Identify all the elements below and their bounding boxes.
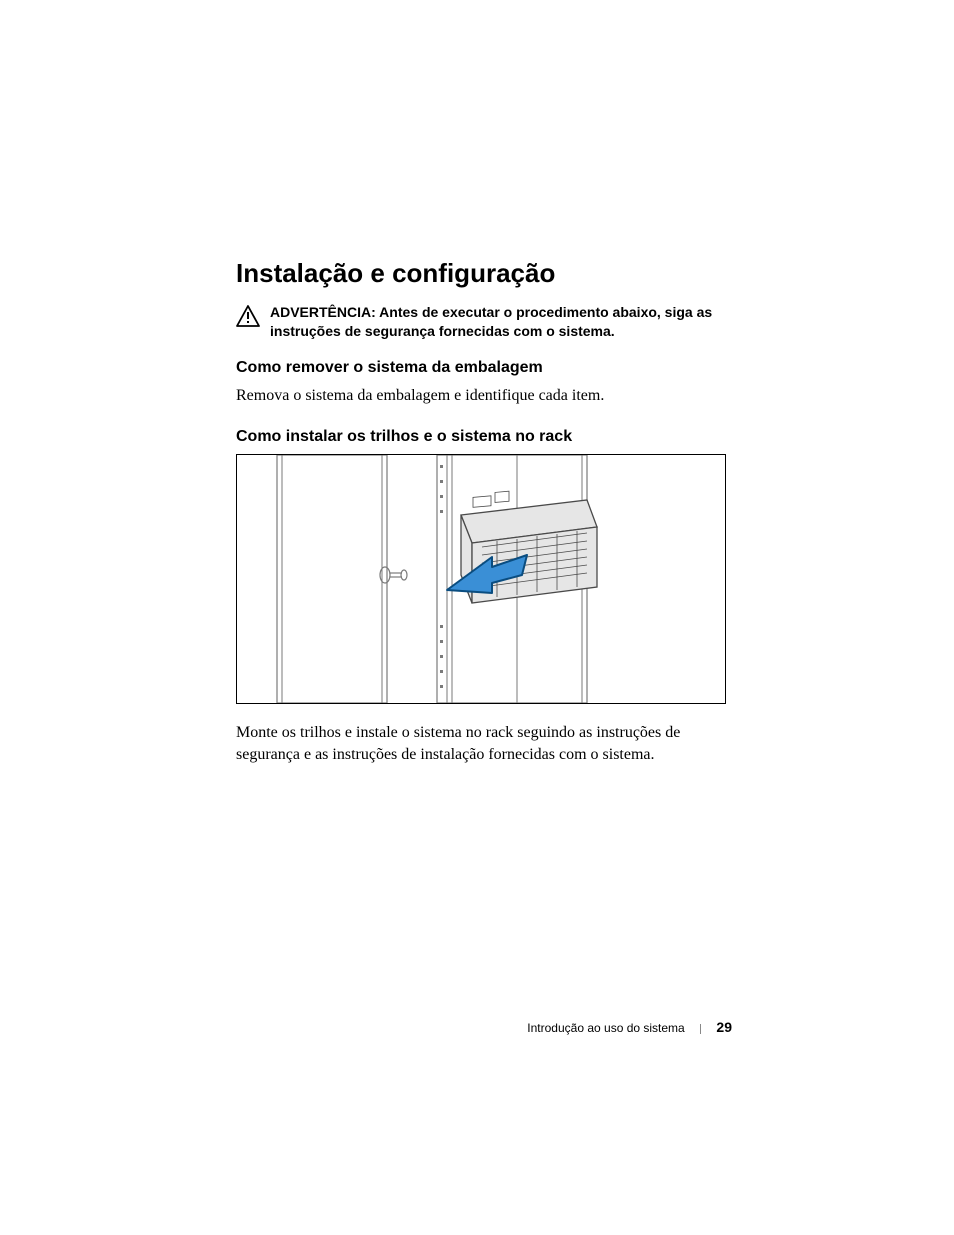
unpack-body: Remova o sistema da embalagem e identifi… xyxy=(236,385,746,407)
rack-body: Monte os trilhos e instale o sistema no … xyxy=(236,722,746,765)
page-content: Instalação e configuração ADVERTÊNCIA: A… xyxy=(236,258,746,788)
page-footer: Introdução ao uso do sistema 29 xyxy=(0,1019,954,1035)
section-title: Instalação e configuração xyxy=(236,258,746,289)
footer-separator xyxy=(700,1024,701,1034)
warning-icon xyxy=(236,305,260,332)
unpack-heading: Como remover o sistema da embalagem xyxy=(236,359,746,377)
rack-heading: Como instalar os trilhos e o sistema no … xyxy=(236,428,746,446)
footer-page-number: 29 xyxy=(716,1019,732,1035)
warning-label: ADVERTÊNCIA: xyxy=(270,304,376,320)
warning-block: ADVERTÊNCIA: Antes de executar o procedi… xyxy=(236,303,746,341)
rack-install-figure xyxy=(236,454,726,704)
footer-chapter: Introdução ao uso do sistema xyxy=(527,1021,684,1035)
warning-text: ADVERTÊNCIA: Antes de executar o procedi… xyxy=(270,303,746,341)
